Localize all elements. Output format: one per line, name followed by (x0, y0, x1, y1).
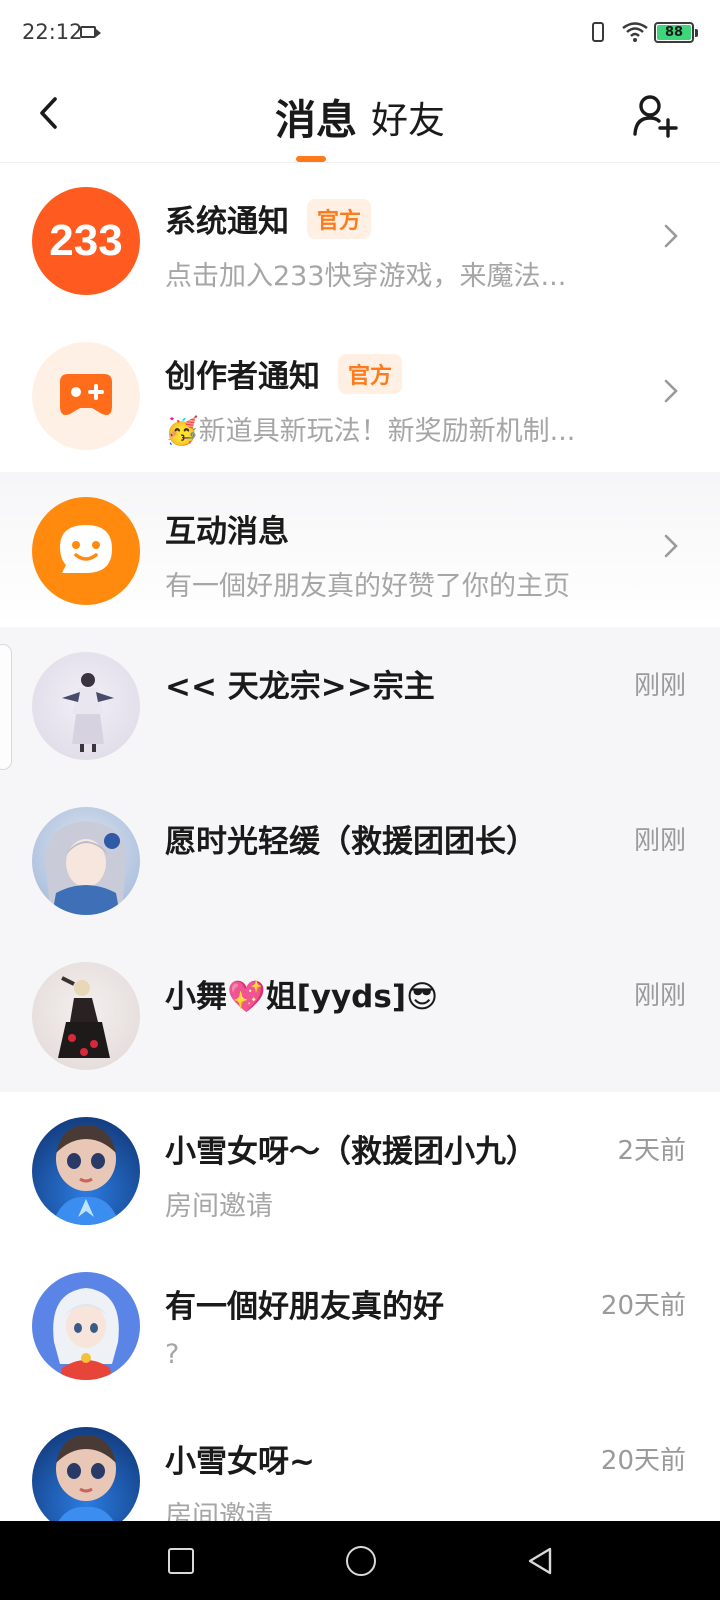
chat-preview: 房间邀请 (165, 1191, 273, 1222)
tab-bar: 消息 好友 (0, 86, 720, 146)
chat-time: 刚刚 (633, 826, 686, 856)
status-time: 22:12 (22, 20, 83, 44)
chat-name: 小雪女呀～（救援团小九） (165, 1134, 537, 1170)
system-notice-avatar: 233 (32, 187, 140, 295)
header: 消息 好友 (0, 68, 720, 163)
recent-apps-button[interactable] (168, 1548, 194, 1574)
character-avatar-image (45, 821, 127, 915)
system-233-logo: 233 (49, 216, 122, 265)
chat-preview: ? (165, 1339, 180, 1370)
avatar (32, 1272, 140, 1380)
chat-row[interactable]: 小雪女呀～（救援团小九） 2天前 房间邀请 (0, 1092, 720, 1247)
screen-record-icon (80, 26, 101, 38)
notification-row-system[interactable]: 233 系统通知 官方 点击加入233快穿游戏，来魔法... (0, 162, 720, 317)
chat-row[interactable]: 愿时光轻缓（救援团团长） 刚刚 (0, 782, 720, 937)
chat-bubble-icon (60, 525, 112, 573)
interaction-title: 互动消息 (165, 514, 289, 550)
add-friend-icon[interactable] (632, 92, 678, 138)
character-avatar-image (62, 673, 114, 752)
system-nav-bar (0, 1521, 720, 1600)
notification-title: 创作者通知 官方 (165, 351, 403, 396)
tab-friends[interactable]: 好友 (371, 90, 445, 146)
chat-name: 小雪女呀~ (165, 1444, 315, 1480)
system-logo-text: 233 (49, 216, 122, 265)
chat-time: 2天前 (617, 1136, 686, 1166)
chat-time: 刚刚 (633, 981, 686, 1011)
message-list: 233 系统通知 官方 点击加入233快穿游戏，来魔法... 创作者通知 官方 🥳新… (0, 162, 720, 1557)
chat-name: 愿时光轻缓（救援团团长） (165, 824, 537, 860)
chevron-right-icon (664, 224, 678, 248)
notification-preview: 点击加入233快穿游戏，来魔法... (165, 261, 567, 292)
character-avatar-image (53, 1288, 119, 1380)
notification-title: 系统通知 官方 (165, 196, 372, 241)
creator-notice-avatar (32, 342, 140, 450)
avatar (32, 1427, 140, 1535)
character-avatar-image (58, 976, 110, 1058)
system-notice-title: 系统通知 (165, 204, 289, 240)
official-badge: 官方 (338, 354, 403, 394)
gamepad-icon (60, 374, 112, 415)
tab-messages[interactable]: 消息 (275, 86, 357, 146)
chat-name: 有一個好朋友真的好 (165, 1289, 444, 1325)
status-bar: 22:12 88 (0, 0, 720, 68)
avatar (32, 962, 140, 1070)
wifi-icon (622, 22, 648, 42)
home-button[interactable] (346, 1546, 376, 1576)
chat-name: << 天龙宗>>宗主 (165, 669, 435, 705)
notification-preview: 有一個好朋友真的好赞了你的主页 (165, 571, 570, 602)
avatar (32, 807, 140, 915)
back-triangle-icon[interactable] (526, 1546, 554, 1576)
chat-time: 刚刚 (633, 671, 686, 701)
battery-level: 88 (657, 25, 691, 40)
chat-row[interactable]: 小舞💖姐[yyds]😎 刚刚 (0, 937, 720, 1092)
battery-icon: 88 (654, 22, 698, 43)
notification-row-creator[interactable]: 创作者通知 官方 🥳新道具新玩法！新奖励新机制... (0, 317, 720, 472)
chat-name: 小舞💖姐[yyds]😎 (165, 979, 439, 1015)
character-avatar-image (52, 1435, 120, 1535)
notification-preview: 🥳新道具新玩法！新奖励新机制... (165, 416, 576, 447)
chat-row[interactable]: << 天龙宗>>宗主 刚刚 (0, 627, 720, 782)
chevron-right-icon (664, 379, 678, 403)
chevron-right-icon (664, 534, 678, 558)
chat-time: 20天前 (600, 1446, 686, 1476)
chat-time: 20天前 (600, 1291, 686, 1321)
avatar (32, 1117, 140, 1225)
avatar (32, 652, 140, 760)
vibrate-icon (592, 22, 604, 42)
chat-row[interactable]: 有一個好朋友真的好 20天前 ? (0, 1247, 720, 1402)
official-badge: 官方 (307, 199, 372, 239)
character-avatar-image (52, 1125, 120, 1225)
notification-row-interaction[interactable]: 互动消息 有一個好朋友真的好赞了你的主页 (0, 472, 720, 627)
creator-notice-title: 创作者通知 (165, 359, 320, 395)
floating-side-handle[interactable] (0, 644, 12, 770)
interaction-avatar (32, 497, 140, 605)
